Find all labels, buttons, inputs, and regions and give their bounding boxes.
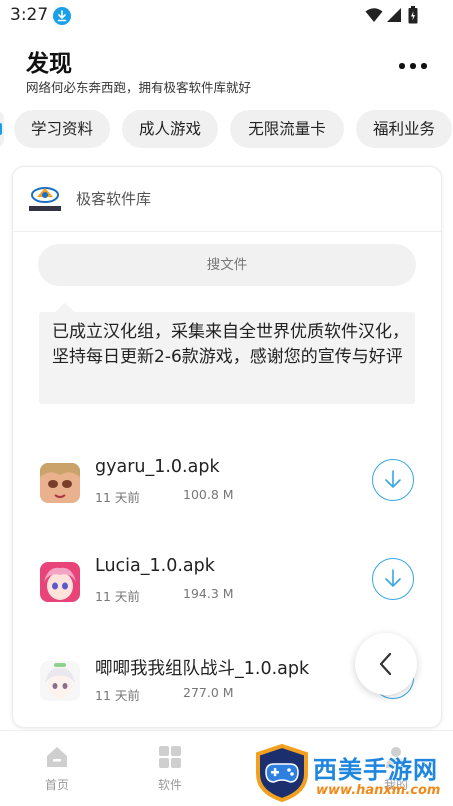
card-library-name: 极客软件库: [76, 190, 152, 208]
file-row[interactable]: gyaru_1.0.apk 11 天前 100.8 M: [13, 457, 441, 517]
search-files-input[interactable]: 搜文件: [38, 244, 416, 286]
file-row[interactable]: Lucia_1.0.apk 11 天前 194.3 M: [13, 556, 441, 616]
file-size: 100.8 M: [183, 487, 234, 502]
card-header: 极客软件库: [13, 167, 441, 232]
download-notification-icon: [53, 7, 71, 25]
chip-adult-games[interactable]: 成人游戏: [122, 110, 218, 148]
gyaru-app-icon: [40, 463, 80, 503]
geek-library-logo: [27, 184, 63, 214]
file-date: 11 天前: [95, 589, 140, 604]
chevron-left-icon: [379, 652, 392, 676]
file-size: 277.0 M: [183, 685, 234, 700]
grid-icon: [159, 746, 181, 768]
category-chips: 学习资料 成人游戏 无限流量卡 福利业务: [0, 110, 453, 148]
nav-home-label: 首页: [44, 778, 69, 792]
page-subtitle: 网络何必东奔西跑，拥有极客软件库就好: [26, 80, 252, 95]
floating-back-button[interactable]: [355, 633, 417, 695]
notice-bubble: 已成立汉化组，采集来自全世界优质软件汉化，坚持每日更新2-6款游戏，感谢您的宣传…: [39, 303, 415, 404]
file-date: 11 天前: [95, 490, 140, 505]
download-arrow-icon: [385, 470, 401, 488]
chip-study-materials[interactable]: 学习资料: [14, 110, 110, 148]
lucia-app-icon: [40, 562, 80, 602]
chip-partial[interactable]: [0, 110, 4, 148]
home-icon: [47, 747, 67, 767]
file-name: 唧唧我我组队战斗_1.0.apk: [95, 659, 310, 679]
wifi-icon: [365, 7, 383, 27]
download-arrow-icon: [385, 569, 401, 587]
file-date: 11 天前: [95, 688, 140, 703]
nav-home[interactable]: 首页: [17, 731, 97, 806]
status-time: 3:27: [10, 5, 49, 25]
notice-text: 已成立汉化组，采集来自全世界优质软件汉化，坚持每日更新2-6款游戏，感谢您的宣传…: [52, 322, 409, 367]
watermark-url: www.hanxm.com: [316, 783, 441, 798]
nav-software-label: 软件: [157, 778, 182, 792]
page-title: 发现: [26, 51, 72, 77]
chip-unlimited-data-card[interactable]: 无限流量卡: [230, 110, 344, 148]
team-battle-app-icon: [40, 661, 80, 701]
watermark-title: 西美手游网: [313, 756, 438, 784]
nav-software[interactable]: 软件: [130, 731, 210, 806]
site-watermark: 西美手游网 www.hanxm.com: [250, 742, 453, 805]
chip-welfare-services[interactable]: 福利业务: [356, 110, 452, 148]
gamepad-shield-logo: [256, 744, 308, 802]
file-size: 194.3 M: [183, 586, 234, 601]
signal-icon: [386, 7, 402, 27]
download-button[interactable]: [372, 558, 414, 600]
more-options-button[interactable]: [396, 58, 430, 74]
download-button[interactable]: [372, 459, 414, 501]
file-name: gyaru_1.0.apk: [95, 457, 220, 477]
status-bar: 3:27: [0, 0, 453, 32]
battery-icon: [408, 6, 418, 28]
file-name: Lucia_1.0.apk: [95, 556, 215, 576]
